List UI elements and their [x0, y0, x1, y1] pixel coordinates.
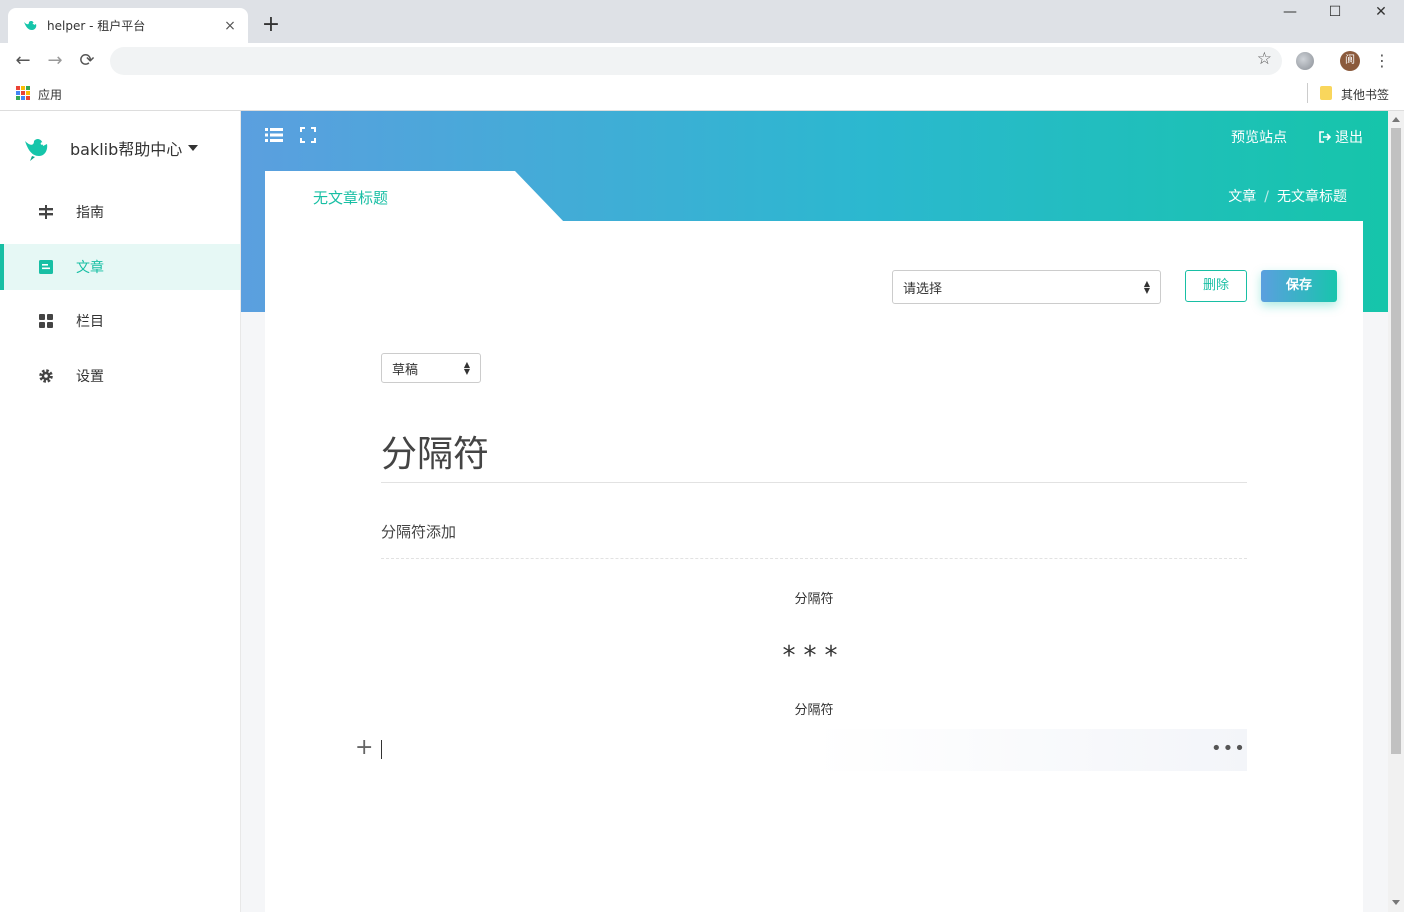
browser-tab-title: helper - 租户平台	[47, 19, 146, 33]
window-minimize-button[interactable]: —	[1280, 4, 1300, 20]
category-select-value: 请选择	[903, 281, 943, 297]
logout-icon	[1319, 131, 1331, 143]
sidebar-item-label: 文章	[76, 260, 104, 276]
new-tab-button[interactable]: +	[260, 12, 282, 38]
tab-shape	[265, 171, 565, 223]
active-editor-line[interactable]	[381, 729, 1247, 771]
logout-link[interactable]: 退出	[1319, 127, 1363, 147]
sidebar-item-settings[interactable]: 设置	[0, 353, 240, 399]
delimiter-block[interactable]: ***	[381, 641, 1247, 671]
fullscreen-icon[interactable]	[298, 127, 318, 147]
sidebar-item-columns[interactable]: 栏目	[0, 298, 240, 344]
browser-toolbar: ← → ⟳ ☆ 阆 ⋮	[0, 43, 1404, 79]
browser-tab[interactable]: helper - 租户平台 ×	[8, 8, 248, 43]
sidebar: baklib帮助中心 指南 文章 栏目 设置	[0, 111, 241, 912]
paragraph-block[interactable]: 分隔符	[381, 588, 1247, 607]
breadcrumb-current: 无文章标题	[1277, 189, 1347, 205]
breadcrumb-separator: /	[1264, 189, 1269, 205]
profile-avatar[interactable]: 阆	[1340, 51, 1360, 71]
breadcrumb-parent[interactable]: 文章	[1228, 189, 1256, 205]
browser-menu-icon[interactable]: ⋮	[1374, 49, 1390, 73]
subtitle-divider	[381, 558, 1247, 559]
main-content: 预览站点 退出 文章 / 无文章标题 无文章标题 请选择 ▲ ▼ 删除 保存 草稿 ▲…	[241, 111, 1388, 921]
window-close-button[interactable]: ✕	[1371, 4, 1391, 20]
page-scrollbar[interactable]	[1388, 111, 1404, 912]
grid-icon	[38, 313, 54, 329]
scrollbar-thumb[interactable]	[1391, 128, 1401, 754]
sidebar-item-label: 指南	[76, 205, 104, 221]
article-tab-title: 无文章标题	[313, 189, 389, 207]
brand-switcher[interactable]: baklib帮助中心	[22, 133, 199, 163]
text-cursor	[381, 740, 382, 759]
window-maximize-button[interactable]: ☐	[1325, 4, 1345, 20]
article-title[interactable]: 分隔符	[381, 425, 489, 477]
list-menu-icon[interactable]	[264, 127, 284, 147]
reload-icon[interactable]: ⟳	[75, 49, 99, 73]
scroll-up-icon[interactable]	[1392, 117, 1400, 122]
editor-card	[265, 221, 1363, 921]
browser-tab-strip: helper - 租户平台 × + — ☐ ✕	[0, 0, 1404, 43]
bookmark-star-icon[interactable]: ☆	[1257, 49, 1272, 69]
select-arrows-icon: ▲ ▼	[1143, 279, 1150, 295]
document-icon	[38, 259, 54, 275]
scroll-down-icon[interactable]	[1392, 900, 1400, 905]
extension-globe-icon[interactable]	[1296, 52, 1314, 70]
add-block-button[interactable]: +	[355, 736, 373, 760]
sidebar-item-articles[interactable]: 文章	[0, 244, 240, 290]
preview-site-link[interactable]: 预览站点	[1231, 127, 1287, 147]
address-bar[interactable]: ☆	[110, 47, 1282, 75]
breadcrumb: 文章 / 无文章标题	[1228, 186, 1347, 206]
sidebar-item-label: 栏目	[76, 314, 104, 330]
apps-grid-icon[interactable]	[16, 86, 30, 100]
select-arrows-icon: ▲ ▼	[463, 360, 470, 376]
bookmarks-bar: 应用 其他书签	[0, 79, 1404, 111]
paragraph-block[interactable]: 分隔符	[381, 699, 1247, 718]
caret-down-icon	[188, 145, 199, 151]
bookmark-apps[interactable]: 应用	[38, 86, 62, 103]
folder-icon	[1320, 86, 1332, 100]
forward-arrow-icon[interactable]: →	[43, 49, 67, 73]
logout-label: 退出	[1335, 130, 1363, 146]
bookmark-other[interactable]: 其他书签	[1341, 86, 1389, 103]
delete-button[interactable]: 删除	[1185, 270, 1247, 302]
gear-icon	[38, 368, 54, 384]
article-subtitle[interactable]: 分隔符添加	[381, 521, 456, 542]
back-arrow-icon[interactable]: ←	[11, 49, 35, 73]
tab-close-icon[interactable]: ×	[222, 18, 238, 34]
save-button[interactable]: 保存	[1261, 270, 1337, 302]
status-select-value: 草稿	[392, 362, 419, 378]
article-tab[interactable]: 无文章标题	[265, 171, 565, 223]
signpost-icon	[38, 204, 54, 220]
brand-name: baklib帮助中心	[70, 140, 183, 159]
sidebar-item-guide[interactable]: 指南	[0, 189, 240, 235]
status-select[interactable]: 草稿 ▲ ▼	[381, 353, 481, 383]
category-select[interactable]: 请选择 ▲ ▼	[892, 270, 1161, 304]
bird-logo-icon	[25, 138, 48, 161]
title-divider	[381, 482, 1247, 483]
bird-logo-icon	[24, 20, 37, 30]
block-settings-icon[interactable]: •••	[1211, 739, 1246, 759]
sidebar-item-label: 设置	[76, 369, 104, 385]
bookmark-divider	[1307, 83, 1308, 103]
app-root: baklib帮助中心 指南 文章 栏目 设置 预览站点 退出 文章 / 无文章标…	[0, 111, 1388, 921]
